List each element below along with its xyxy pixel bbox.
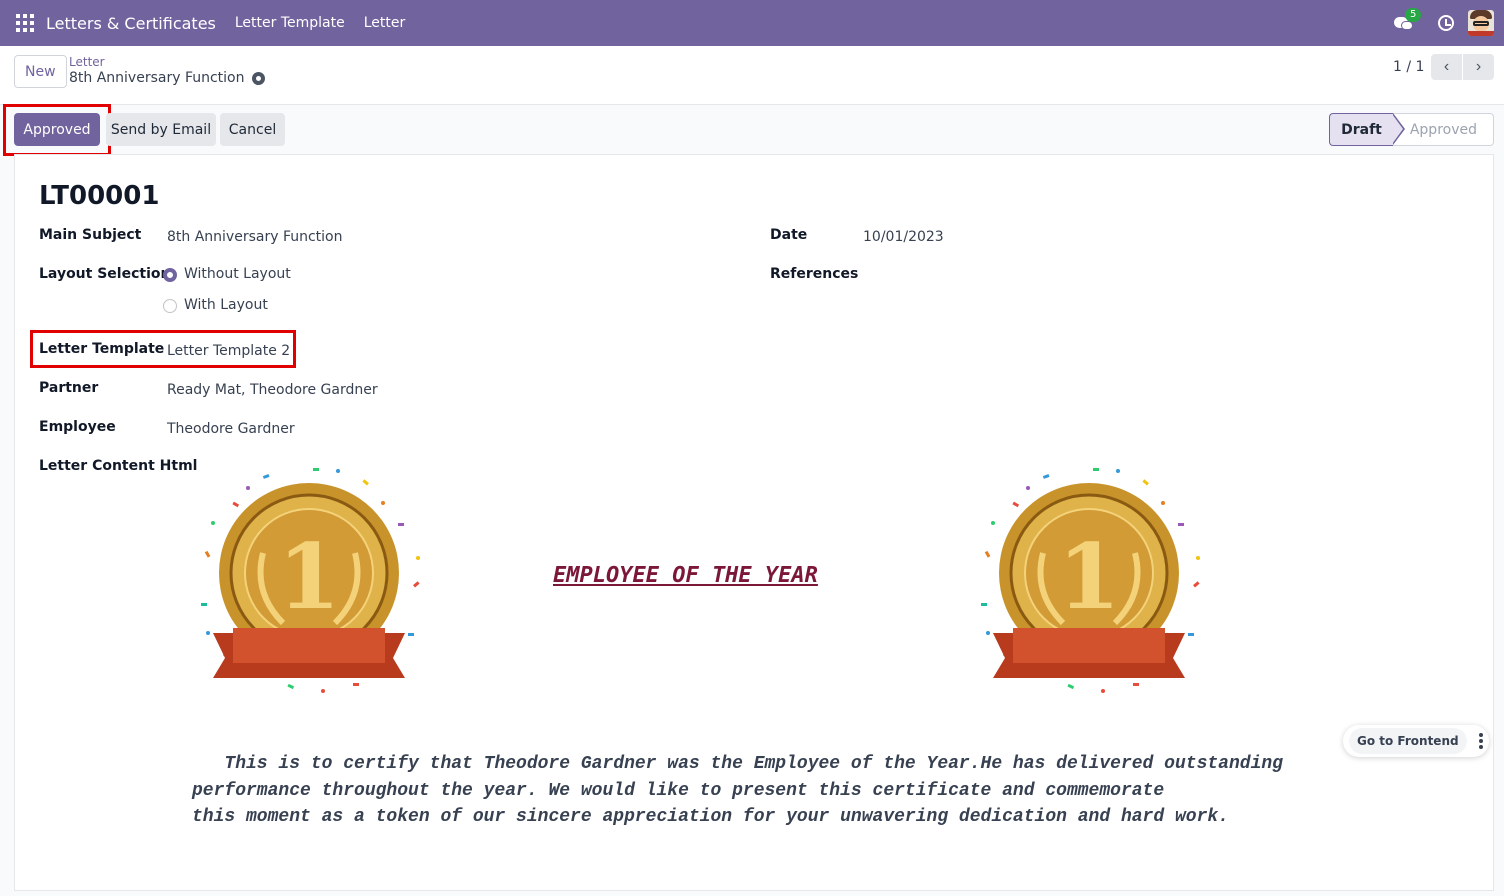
gear-icon[interactable] (251, 71, 265, 85)
letter-title: EMPLOYEE OF THE YEAR (553, 563, 818, 588)
pager-next-button[interactable]: › (1463, 54, 1494, 80)
stage-draft[interactable]: Draft (1329, 113, 1393, 146)
stage-approved[interactable]: Approved (1393, 113, 1494, 146)
letter-body-line: this moment as a token of our sincere ap… (192, 807, 1229, 827)
menu-letter-template[interactable]: Letter Template (235, 15, 345, 31)
pager-value[interactable]: 1 / 1 (1393, 59, 1424, 75)
letter-body-line: This is to certify that Theodore Gardner… (192, 754, 1283, 774)
control-panel: New Letter 8th Anniversary Function 1 / … (0, 46, 1504, 105)
date-field[interactable]: 10/01/2023 (863, 229, 944, 245)
cancel-button[interactable]: Cancel (220, 113, 285, 146)
navbar-systray: 5 (1394, 0, 1504, 46)
breadcrumb-current-label: 8th Anniversary Function (69, 70, 245, 86)
chevron-right-icon: › (1475, 58, 1482, 75)
main-subject-field[interactable]: 8th Anniversary Function (167, 229, 343, 245)
svg-text:1: 1 (1058, 524, 1121, 630)
stage-arrow (1392, 113, 1405, 145)
frontend-widget: Go to Frontend (1343, 725, 1489, 757)
letter-body-line: performance throughout the year. We woul… (192, 780, 1165, 801)
chevron-left-icon: ‹ (1443, 58, 1450, 75)
layout-selection-label: Layout Selection (39, 266, 171, 282)
radio-with-layout[interactable] (163, 299, 177, 313)
statusbar: Approved Send by Email Cancel Draft Appr… (0, 104, 1504, 156)
employee-label: Employee (39, 419, 116, 435)
messages-icon[interactable]: 5 (1394, 8, 1422, 32)
date-label: Date (770, 227, 808, 243)
go-to-frontend-button[interactable]: Go to Frontend (1349, 728, 1467, 754)
new-button[interactable]: New (14, 55, 67, 88)
record-reference: LT00001 (39, 181, 160, 211)
user-avatar[interactable] (1468, 10, 1494, 36)
letter-body: This is to certify that Theodore Gardner… (192, 751, 1312, 831)
breadcrumb-current: 8th Anniversary Function (69, 70, 265, 86)
approved-button[interactable]: Approved (14, 113, 100, 146)
kebab-menu-icon[interactable] (1478, 733, 1483, 749)
employee-field[interactable]: Theodore Gardner (167, 421, 295, 437)
option-without-layout[interactable]: Without Layout (184, 266, 291, 282)
gold-medal-icon-left: 1 (201, 468, 420, 693)
radio-without-layout[interactable] (163, 268, 177, 282)
form-sheet: LT00001 Main Subject 8th Anniversary Fun… (14, 154, 1494, 891)
messages-badge: 5 (1405, 8, 1422, 22)
letter-template-label: Letter Template (39, 341, 165, 357)
partner-field[interactable]: Ready Mat, Theodore Gardner (167, 382, 378, 398)
letter-template-field[interactable]: Letter Template 2 (167, 343, 290, 359)
svg-text:1: 1 (278, 524, 341, 630)
letter-content-label: Letter Content Html (39, 458, 198, 474)
references-label: References (770, 266, 859, 282)
gold-medal-icon-right: 1 (981, 468, 1200, 693)
partner-label: Partner (39, 380, 99, 396)
app-brand[interactable]: Letters & Certificates (46, 14, 216, 33)
breadcrumb-parent[interactable]: Letter (69, 55, 105, 69)
menu-letter[interactable]: Letter (364, 15, 406, 31)
option-with-layout[interactable]: With Layout (184, 297, 268, 313)
pager-previous-button[interactable]: ‹ (1431, 54, 1462, 80)
apps-grid-icon[interactable] (16, 14, 34, 32)
send-by-email-button[interactable]: Send by Email (106, 113, 216, 146)
main-subject-label: Main Subject (39, 227, 142, 243)
top-navbar: Letters & Certificates Letter Template L… (0, 0, 1504, 46)
activity-clock-icon[interactable] (1438, 15, 1454, 31)
